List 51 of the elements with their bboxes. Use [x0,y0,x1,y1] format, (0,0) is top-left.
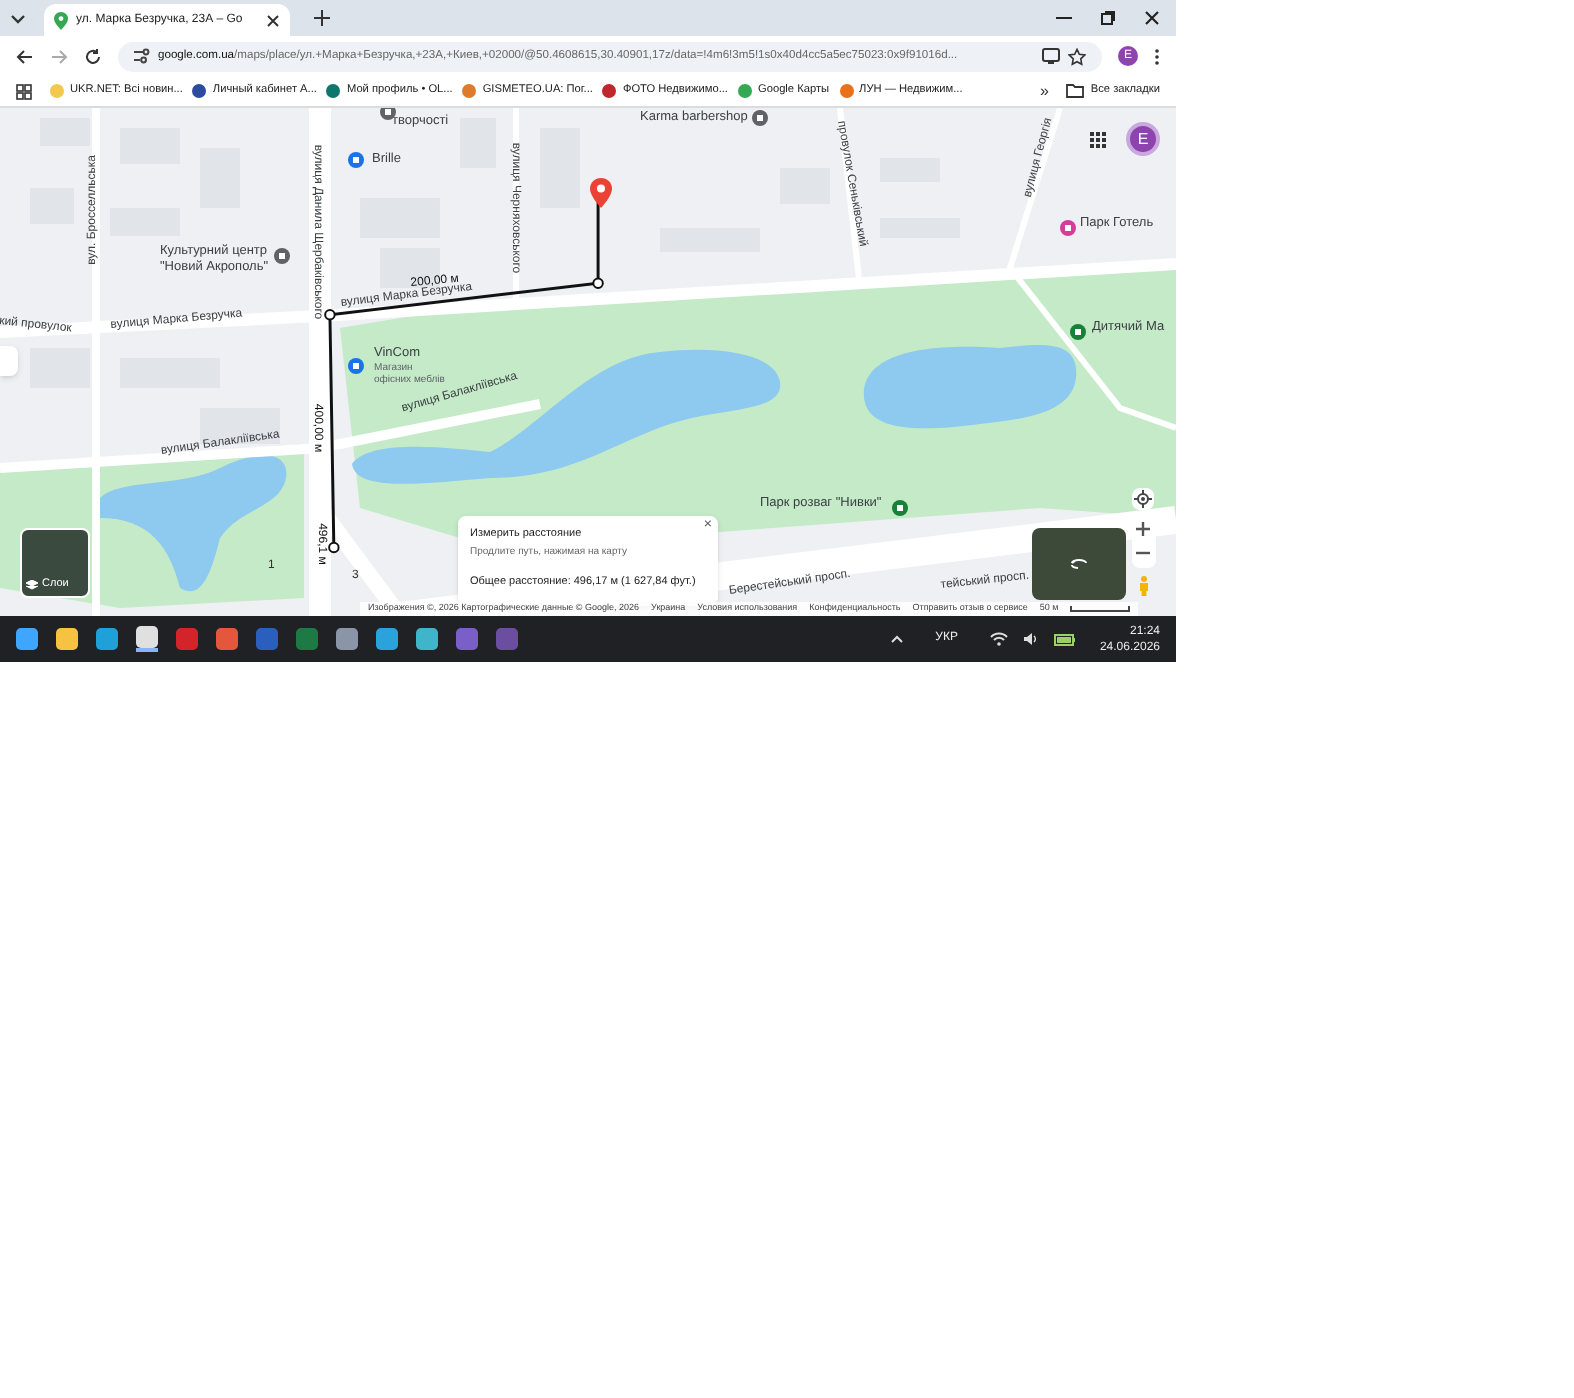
poi-marker-icon[interactable] [348,152,364,168]
favicon-icon [839,83,854,98]
folder-icon [1066,83,1085,98]
app-icon[interactable] [376,628,398,650]
poi-marker-icon[interactable] [1060,220,1076,236]
favicon-icon [192,83,207,98]
layers-icon [26,580,38,592]
favicon-icon [738,83,752,98]
poi-marker-icon[interactable] [348,358,364,374]
map-pin-icon[interactable] [590,178,612,208]
zoom-in-icon[interactable] [1136,522,1150,536]
more-bookmarks-button[interactable]: » [1039,79,1049,103]
back-icon[interactable] [16,47,34,65]
map-drawing[interactable] [0,108,1176,616]
poi-marker-icon[interactable] [752,110,768,126]
poi-marker-icon[interactable] [1070,324,1086,340]
favicon-icon [602,83,617,98]
apps-grid-icon[interactable] [1090,132,1106,148]
reload-icon[interactable] [84,47,102,65]
side-panel-toggle[interactable] [0,346,18,376]
my-location-icon[interactable] [1132,488,1154,510]
favicon-icon [462,83,477,98]
install-app-icon[interactable] [1042,48,1060,64]
speaker-icon[interactable] [1023,632,1038,646]
close-icon[interactable] [266,13,281,27]
poi-marker-icon[interactable] [274,248,290,264]
restore-icon[interactable] [1100,10,1116,26]
scale-bar [1070,606,1131,612]
app-icon[interactable] [56,628,78,650]
site-info-icon[interactable] [134,48,150,64]
zoom-out-icon[interactable] [1136,546,1150,560]
menu-icon[interactable] [1154,47,1160,65]
apps-grid-icon[interactable] [16,83,32,99]
new-tab-icon[interactable] [314,10,331,26]
app-icon[interactable] [416,628,438,650]
caret-icon[interactable] [889,634,904,644]
favicon-icon [50,83,64,98]
rotate-icon [1070,558,1088,570]
poi-marker-icon[interactable] [380,108,396,120]
close-window-icon[interactable] [1144,10,1160,26]
app-icon[interactable] [136,626,158,652]
app-icon[interactable] [96,628,118,650]
map-pin-icon [54,11,68,29]
wifi-icon[interactable] [989,632,1008,646]
bookmark-star-icon[interactable] [1068,47,1086,65]
poi-marker-icon[interactable] [892,500,908,516]
battery-icon[interactable] [1053,632,1076,646]
app-icon[interactable] [216,628,238,650]
favicon-icon [326,83,341,98]
start-icon[interactable] [16,628,38,650]
app-icon[interactable] [336,628,358,650]
